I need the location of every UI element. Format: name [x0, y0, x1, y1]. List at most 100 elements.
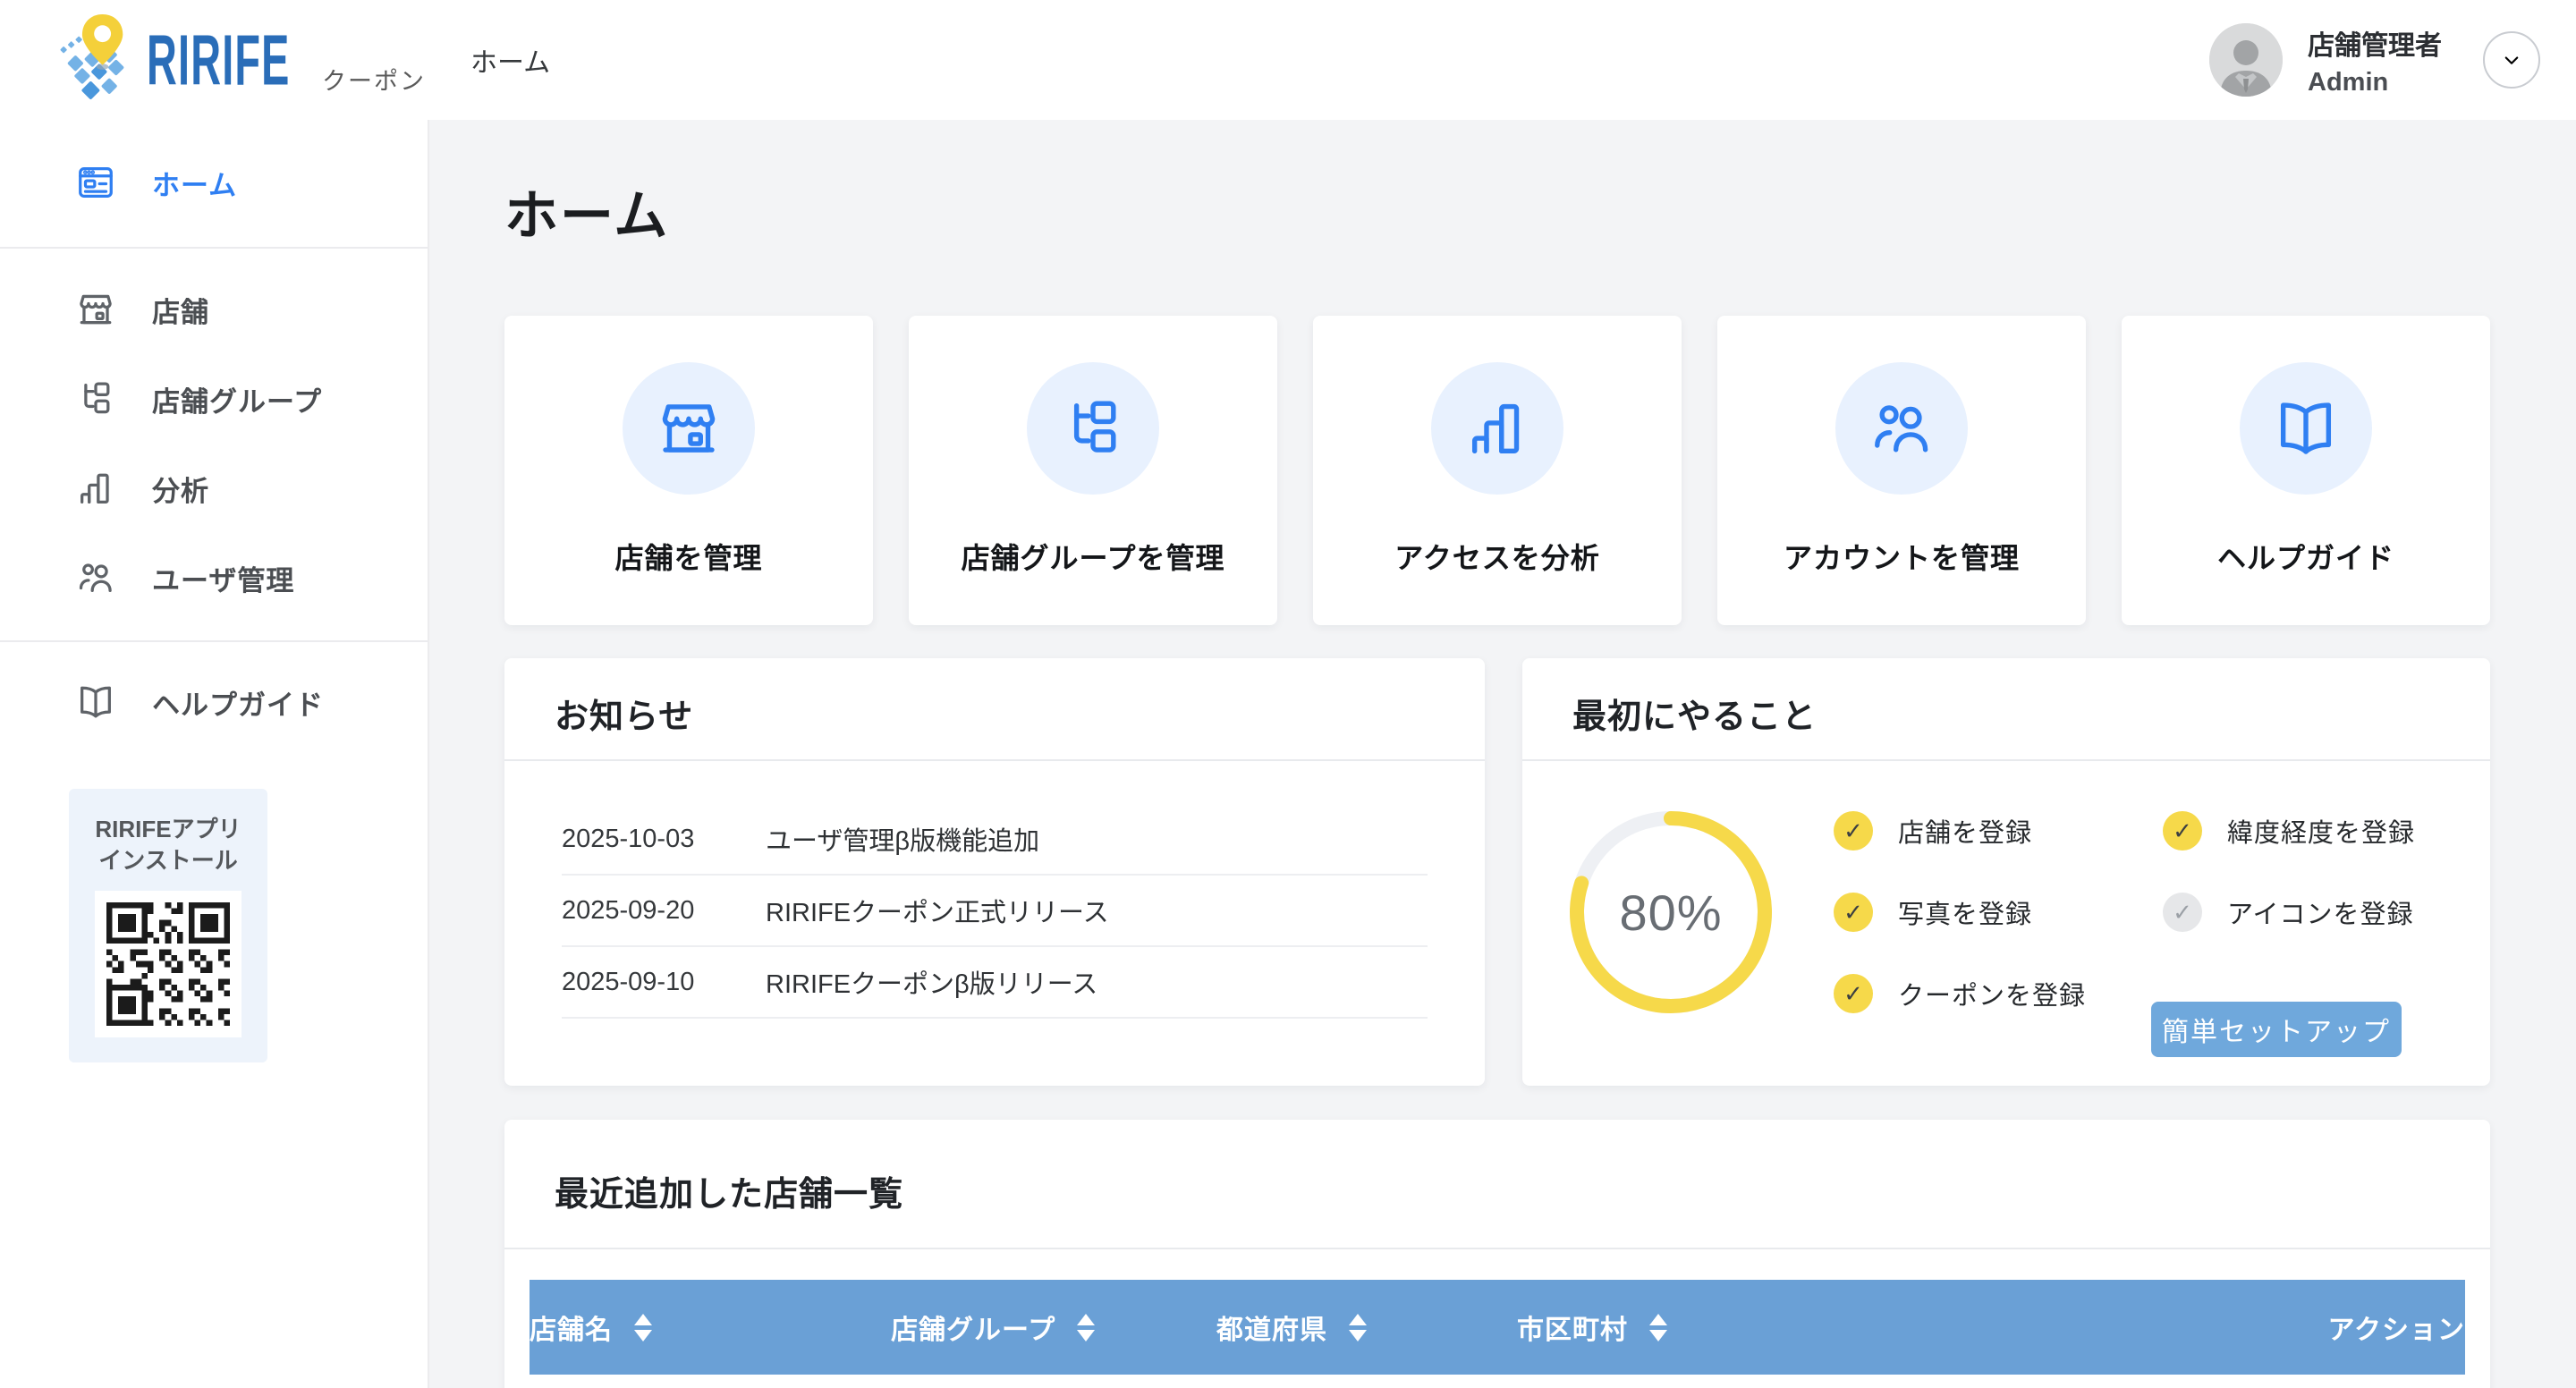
quick-card-icon-circle	[2240, 362, 2372, 495]
sidebar-divider	[0, 640, 428, 642]
progress-percent: 80%	[1566, 808, 1775, 1017]
brand-name: RIRIFE	[147, 19, 291, 102]
quick-cards-row: 店舗を管理 店舗グループを管理 アクセスを分析 アカウントを管理	[504, 316, 2490, 625]
brand-logo[interactable]: RIRIFE クーポン	[50, 7, 426, 113]
user-name: Admin	[2308, 68, 2442, 97]
task-label: 店舗を登録	[1898, 812, 2032, 850]
task-label: クーポンを登録	[1898, 975, 2086, 1012]
quick-card-icon-circle	[1027, 362, 1159, 495]
news-text: ユーザ管理β版機能追加	[766, 820, 1039, 858]
check-icon: ✓	[1834, 893, 1873, 932]
user-role: 店舗管理者	[2308, 23, 2442, 63]
sidebar-item-label: ユーザ管理	[152, 558, 294, 598]
quick-card-label: アカウントを管理	[1784, 536, 2020, 577]
quick-card-icon-circle	[623, 362, 755, 495]
sidebar-nav-item[interactable]: ユーザ管理	[0, 533, 428, 622]
recent-stores-title: 最近追加した店舗一覧	[555, 1166, 903, 1215]
onboarding-panel: 最初にやること 80% ✓ 店舗を登録 ✓	[1522, 658, 2490, 1086]
check-icon: ✓	[2163, 811, 2202, 851]
task-label: 写真を登録	[1898, 893, 2032, 931]
table-column-header[interactable]: 都道府県	[1216, 1308, 1517, 1347]
sidebar-item-label: 店舗	[152, 290, 209, 330]
column-label: 市区町村	[1517, 1308, 1628, 1347]
news-row: 2025-09-20 RIRIFEクーポン正式リリース	[562, 876, 1428, 947]
sidebar: ホーム 店舗 店舗グループ 分析 ユーザ管理 ヘルプガイド	[0, 120, 429, 1388]
onboarding-task: ✓ 店舗を登録	[1834, 811, 2086, 851]
qr-code	[106, 902, 230, 1026]
sort-icon[interactable]	[1349, 1314, 1367, 1341]
sort-icon[interactable]	[634, 1314, 652, 1341]
quick-card[interactable]: アカウントを管理	[1717, 316, 2086, 625]
quick-card-icon-circle	[1431, 362, 1563, 495]
sort-icon[interactable]	[1077, 1314, 1095, 1341]
table-column-header[interactable]: 店舗グループ	[891, 1308, 1216, 1347]
sort-icon[interactable]	[1649, 1314, 1667, 1341]
panels-row: お知らせ 2025-10-03 ユーザ管理β版機能追加 2025-09-20 R…	[504, 658, 2490, 1086]
user-menu[interactable]: 店舗管理者 Admin	[2209, 0, 2540, 120]
column-label: アクション	[2328, 1308, 2466, 1347]
news-row: 2025-09-10 RIRIFEクーポンβ版リリース	[562, 947, 1428, 1019]
column-label: 店舗名	[530, 1308, 613, 1347]
sidebar-nav-item[interactable]: ヘルプガイド	[0, 657, 428, 747]
app-install-line2: インストール	[69, 845, 267, 876]
news-row: 2025-10-03 ユーザ管理β版機能追加	[562, 804, 1428, 876]
user-menu-toggle-button[interactable]	[2483, 31, 2540, 89]
quick-card-label: アクセスを分析	[1394, 536, 1599, 577]
task-column-1: ✓ 店舗を登録 ✓ 写真を登録 ✓ クーポンを登録	[1834, 811, 2086, 1013]
sidebar-item-label: 店舗グループ	[152, 379, 322, 419]
column-label: 都道府県	[1216, 1308, 1327, 1347]
table-column-header[interactable]: 市区町村	[1517, 1308, 2328, 1347]
sidebar-item-label: ヘルプガイド	[152, 682, 324, 723]
onboarding-task: ✓ クーポンを登録	[1834, 974, 2086, 1013]
quick-card[interactable]: アクセスを分析	[1313, 316, 1682, 625]
quick-card[interactable]: 店舗グループを管理	[909, 316, 1277, 625]
task-column-2: ✓ 緯度経度を登録 ✓ アイコンを登録	[2163, 811, 2415, 932]
news-list: 2025-10-03 ユーザ管理β版機能追加 2025-09-20 RIRIFE…	[504, 761, 1485, 1019]
news-date: 2025-09-20	[562, 896, 766, 926]
page-title: ホーム	[504, 179, 2490, 254]
easy-setup-button[interactable]: 簡単セットアップ	[2151, 1002, 2402, 1057]
task-label: 緯度経度を登録	[2227, 812, 2415, 850]
table-column-header[interactable]: 店舗名	[530, 1308, 891, 1347]
map-pin-logo-icon	[50, 11, 143, 109]
app-install-box: RIRIFEアプリ インストール	[69, 789, 267, 1062]
column-label: 店舗グループ	[891, 1308, 1055, 1347]
sidebar-item-label: 分析	[152, 469, 209, 509]
news-date: 2025-10-03	[562, 825, 766, 854]
person-silhouette-icon	[2209, 23, 2283, 97]
onboarding-title: 最初にやること	[1572, 689, 1817, 738]
sidebar-nav-item[interactable]: 分析	[0, 444, 428, 533]
sidebar-divider	[0, 247, 428, 249]
sidebar-nav-item[interactable]: 店舗グループ	[0, 354, 428, 444]
user-texts: 店舗管理者 Admin	[2308, 23, 2442, 97]
sidebar-nav-item[interactable]: ホーム	[0, 138, 428, 227]
table-column-header[interactable]: アクション	[2328, 1308, 2466, 1347]
check-icon: ✓	[1834, 974, 1873, 1013]
sidebar-item-label: ホーム	[152, 163, 237, 203]
recent-stores-table: 店舗名 店舗グループ 都道府県	[530, 1280, 2465, 1375]
avatar	[2209, 23, 2283, 97]
app-root: RIRIFE クーポン ホーム 店舗管理者 Admin	[0, 0, 2576, 1388]
quick-card-icon-circle	[1835, 362, 1968, 495]
news-date: 2025-09-10	[562, 968, 766, 997]
quick-card-label: 店舗グループを管理	[961, 536, 1224, 577]
onboarding-task: ✓ 緯度経度を登録	[2163, 811, 2415, 851]
sidebar-nav-item[interactable]: 店舗	[0, 265, 428, 354]
brand-suffix: クーポン	[322, 62, 426, 113]
onboarding-task: ✓ 写真を登録	[1834, 893, 2086, 932]
quick-card[interactable]: 店舗を管理	[504, 316, 873, 625]
news-panel: お知らせ 2025-10-03 ユーザ管理β版機能追加 2025-09-20 R…	[504, 658, 1485, 1086]
recent-stores-card: 最近追加した店舗一覧 店舗名 店舗グループ	[504, 1120, 2490, 1388]
task-label: アイコンを登録	[2227, 893, 2414, 931]
chevron-down-icon	[2498, 47, 2525, 73]
quick-card-label: 店舗を管理	[614, 536, 762, 577]
check-icon: ✓	[2163, 893, 2202, 932]
onboarding-task: ✓ アイコンを登録	[2163, 893, 2415, 932]
app-install-line1: RIRIFEアプリ	[69, 814, 267, 845]
check-icon: ✓	[1834, 811, 1873, 851]
topbar: RIRIFE クーポン ホーム 店舗管理者 Admin	[0, 0, 2576, 120]
quick-card[interactable]: ヘルプガイド	[2122, 316, 2490, 625]
news-text: RIRIFEクーポンβ版リリース	[766, 963, 1097, 1001]
sidebar-nav: ホーム 店舗 店舗グループ 分析 ユーザ管理 ヘルプガイド	[0, 120, 428, 747]
news-title: お知らせ	[555, 689, 693, 738]
